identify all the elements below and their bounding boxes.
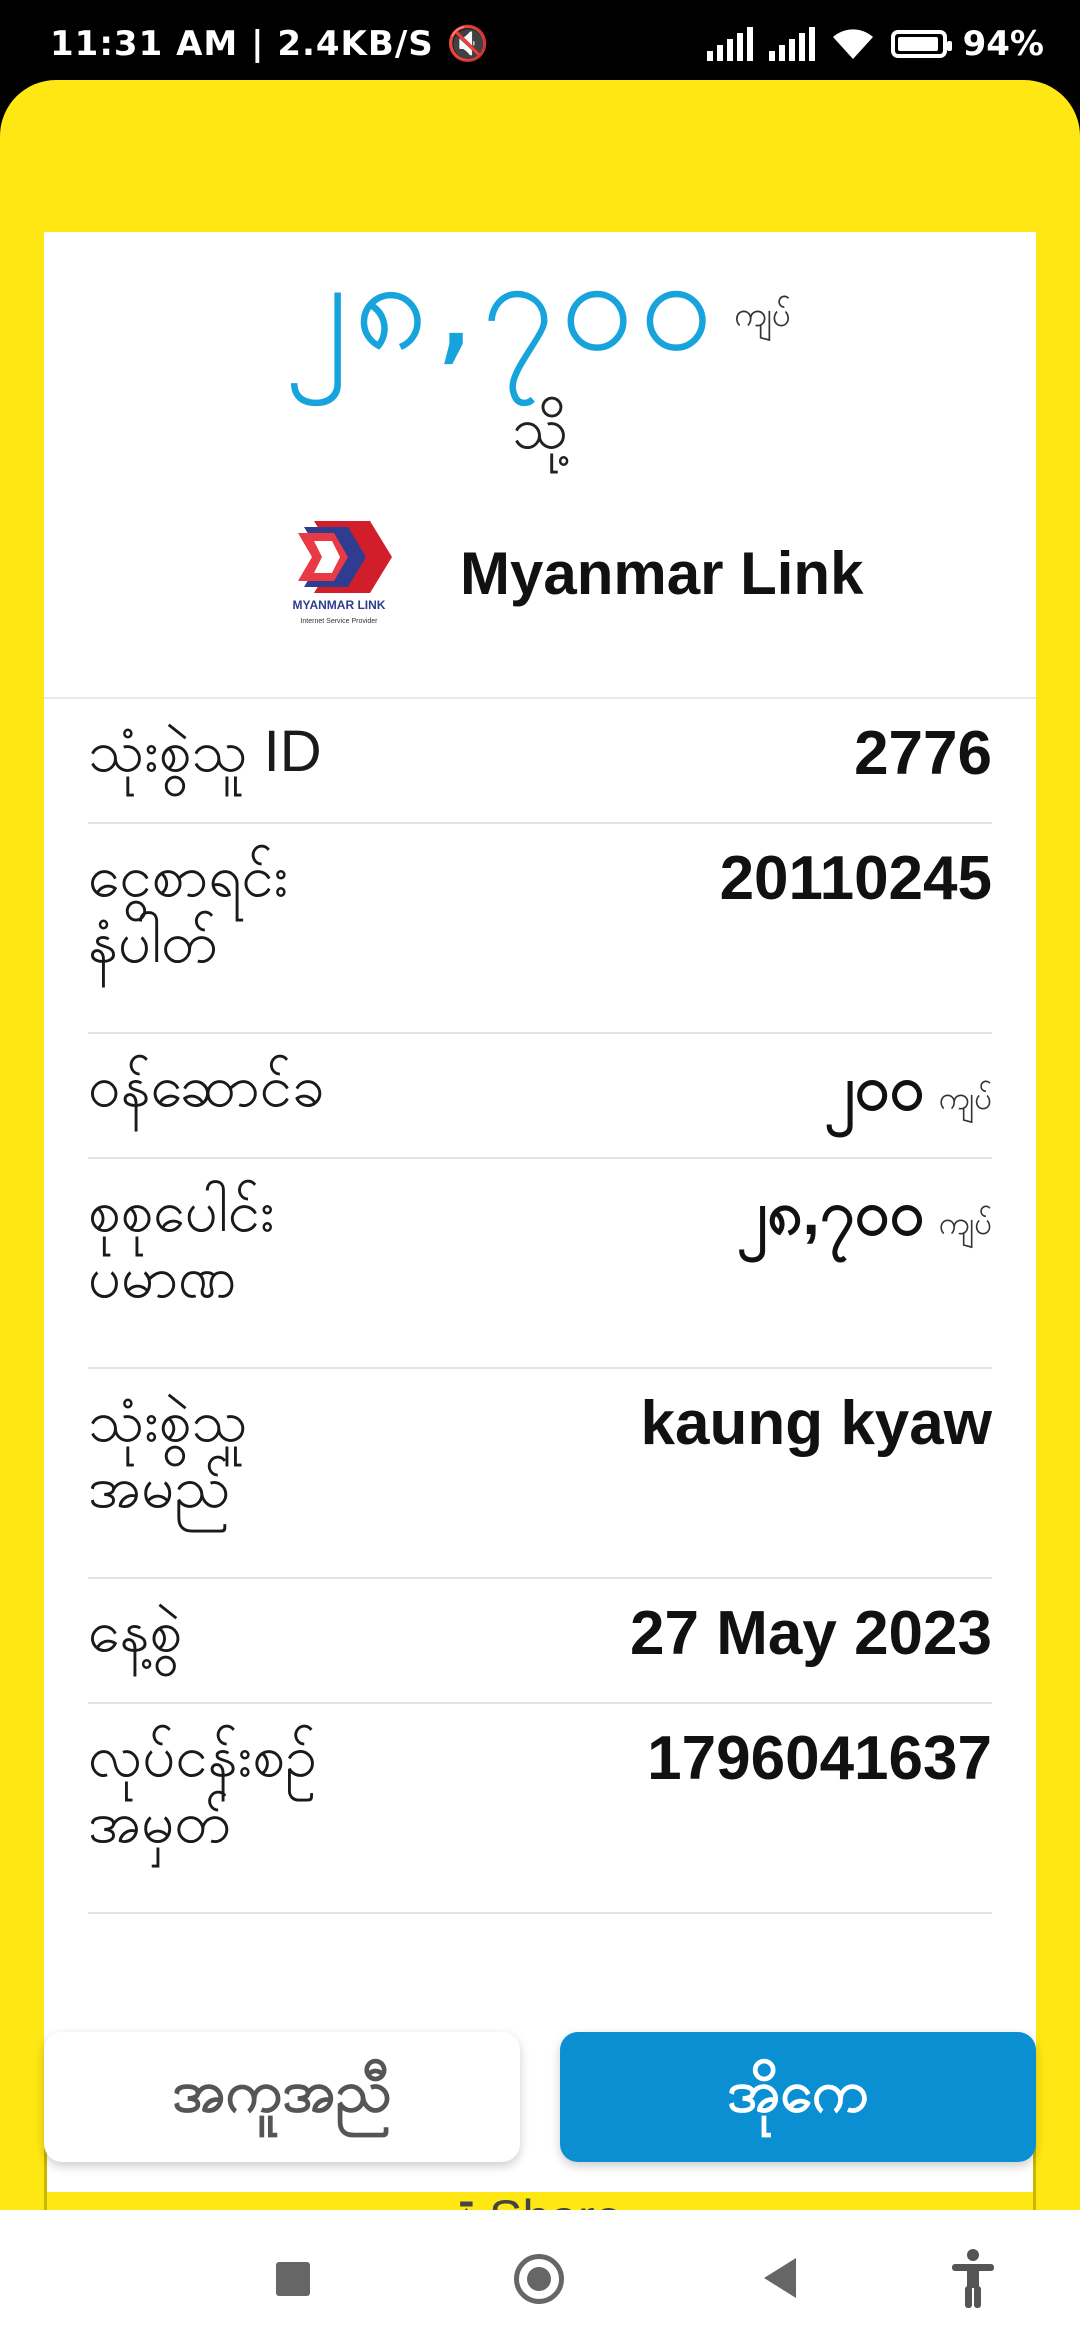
row-label: သုံးစွဲသူ ID xyxy=(88,719,322,784)
battery-icon xyxy=(890,30,952,58)
row-transaction-number: လုပ်ငန်းစဉ် အမှတ် 1796041637 xyxy=(88,1704,992,1914)
signal-icon-2 xyxy=(768,27,815,61)
row-value: ၂၀၀ ကျပ် xyxy=(824,1054,992,1123)
row-label: သုံးစွဲသူ အမည် xyxy=(88,1389,248,1520)
wifi-icon xyxy=(832,29,873,59)
row-account-number: ငွေစာရင်း နံပါတ် 20110245 xyxy=(88,824,992,1034)
signal-icon xyxy=(706,27,753,61)
ok-button[interactable]: အိုကေ xyxy=(560,2032,1036,2162)
row-label: လုပ်ငန်းစဉ် အမှတ် xyxy=(88,1724,318,1855)
detail-rows: သုံးစွဲသူ ID 2776 ငွေစာရင်း နံပါတ် 20110… xyxy=(88,699,992,1914)
mute-icon: 🔇 xyxy=(446,24,490,64)
merchant: MYANMAR LINK Internet Service Provider M… xyxy=(274,517,863,629)
row-value: 27 May 2023 xyxy=(630,1599,992,1668)
row-date: နေ့စွဲ 27 May 2023 xyxy=(88,1579,992,1704)
amount-row: ၂၈,၇၀၀ ကျပ် xyxy=(44,232,1036,380)
row-service-fee: ဝန်ဆောင်ခ ၂၀၀ ကျပ် xyxy=(88,1034,992,1159)
row-user-id: သုံးစွဲသူ ID 2776 xyxy=(88,699,992,824)
status-time: 11:31 AM xyxy=(50,24,239,64)
myanmar-link-logo: MYANMAR LINK Internet Service Provider xyxy=(274,517,404,629)
navigation-bar xyxy=(0,2210,1080,2340)
row-label: ငွေစာရင်း နံပါတ် xyxy=(88,844,289,975)
accessibility-icon[interactable] xyxy=(948,2248,998,2308)
row-value: 1796041637 xyxy=(647,1724,992,1793)
row-value: 2776 xyxy=(854,719,992,788)
row-value: 20110245 xyxy=(719,844,992,913)
row-total-amount: စုစုပေါင်း ပမာဏ ၂၈,၇၀၀ ကျပ် xyxy=(88,1159,992,1369)
row-value: kaung kyaw xyxy=(640,1389,992,1458)
svg-text:MYANMAR LINK: MYANMAR LINK xyxy=(293,598,386,612)
amount-unit: ကျပ် xyxy=(734,296,791,334)
square-icon[interactable] xyxy=(276,2262,310,2296)
merchant-name: Myanmar Link xyxy=(460,539,864,607)
status-left: 11:31 AM | 2.4KB/S 🔇 xyxy=(50,24,490,64)
receipt-card: ၂၈,၇၀၀ ကျပ် သို့ MYANMAR LINK Internet S… xyxy=(44,232,1036,2192)
row-value: ၂၈,၇၀၀ ကျပ် xyxy=(736,1179,992,1248)
help-button[interactable]: အကူအညီ xyxy=(44,2032,520,2162)
back-triangle-icon[interactable] xyxy=(764,2258,796,2298)
amount-value: ၂၈,၇၀၀ xyxy=(284,232,719,380)
row-label: ဝန်ဆောင်ခ xyxy=(88,1054,325,1119)
svg-text:Internet Service Provider: Internet Service Provider xyxy=(300,618,378,625)
row-label: စုစုပေါင်း ပမာဏ xyxy=(88,1179,275,1310)
to-label: သို့ xyxy=(511,396,569,461)
row-label: နေ့စွဲ xyxy=(88,1599,183,1664)
row-user-name: သုံးစွဲသူ အမည် kaung kyaw xyxy=(88,1369,992,1579)
battery-percent: 94% xyxy=(962,24,1044,64)
network-speed: 2.4KB/S xyxy=(277,24,434,64)
home-circle-icon[interactable] xyxy=(514,2254,564,2304)
status-right: 94% xyxy=(706,24,1044,64)
